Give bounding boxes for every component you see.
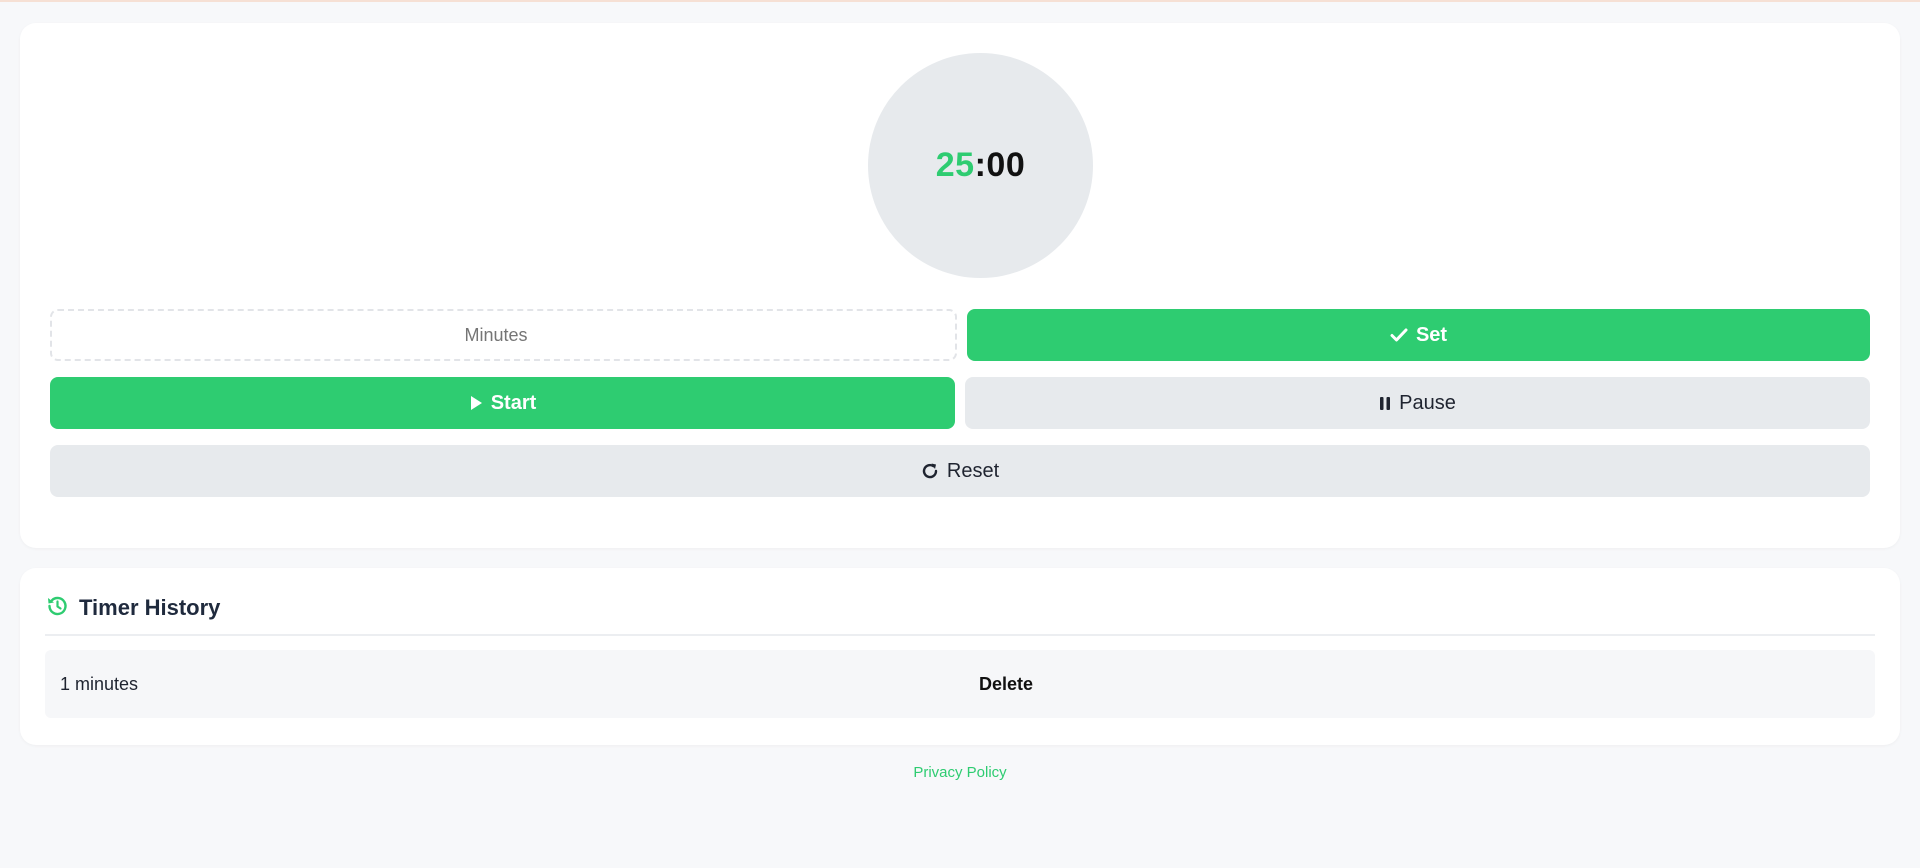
set-button[interactable]: Set <box>967 309 1870 361</box>
history-entry: 1 minutes Delete <box>45 650 1875 718</box>
timer-seconds: 00 <box>986 146 1026 184</box>
reset-button[interactable]: Reset <box>50 445 1870 497</box>
start-button-label: Start <box>490 391 537 414</box>
play-icon <box>469 395 483 411</box>
history-header: Timer History <box>45 592 1875 636</box>
history-card: Timer History 1 minutes Delete <box>20 568 1900 745</box>
pause-button[interactable]: Pause <box>965 377 1870 429</box>
privacy-policy-link[interactable]: Privacy Policy <box>0 764 1920 781</box>
check-icon <box>1390 327 1408 343</box>
timer-display: 25:00 <box>868 53 1093 278</box>
top-border <box>0 0 1920 2</box>
reset-button-label: Reset <box>946 459 1000 482</box>
set-button-label: Set <box>1415 323 1448 346</box>
history-icon <box>45 594 69 623</box>
history-title: Timer History <box>79 595 221 620</box>
timer-card: 25:00 Set Start Pause Reset <box>20 23 1900 548</box>
pause-button-label: Pause <box>1399 391 1456 414</box>
delete-button[interactable]: Delete <box>979 674 1033 695</box>
history-entry-duration: 1 minutes <box>60 674 139 694</box>
rotate-right-icon <box>921 462 939 480</box>
timer-separator: : <box>974 146 987 184</box>
minutes-input[interactable] <box>50 309 957 361</box>
start-button[interactable]: Start <box>50 377 955 429</box>
timer-minutes: 25 <box>935 146 975 184</box>
pause-icon <box>1379 396 1391 411</box>
